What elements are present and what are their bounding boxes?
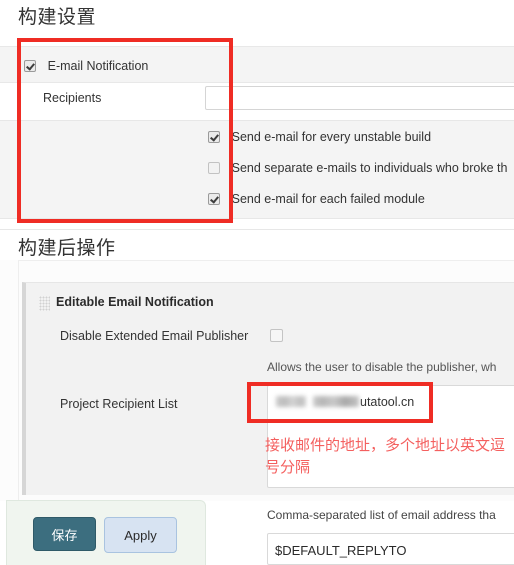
page-title-build-settings: 构建设置: [18, 7, 97, 28]
option-checkbox-failed-module[interactable]: [208, 192, 220, 205]
publisher-title: Editable Email Notification: [56, 295, 214, 309]
email-notification-toggle[interactable]: E-mail Notification: [24, 57, 148, 73]
option-row-separate-emails[interactable]: Send separate e-mails to individuals who…: [208, 159, 507, 175]
redacted-email-part-2: [313, 396, 359, 407]
save-button[interactable]: 保存: [33, 517, 96, 551]
disable-publisher-checkbox[interactable]: [270, 329, 283, 342]
reply-to-value: $DEFAULT_REPLYTO: [275, 543, 407, 558]
option-checkbox-unstable-build[interactable]: [208, 130, 220, 143]
recipients-input[interactable]: [205, 86, 514, 110]
option-row-unstable-build[interactable]: Send e-mail for every unstable build: [208, 128, 431, 144]
section-spacer: [0, 218, 514, 230]
option-label-failed-module: Send e-mail for each failed module: [231, 191, 425, 206]
email-notification-checkbox[interactable]: [24, 59, 36, 72]
page-title-post-build: 构建后操作: [18, 238, 116, 259]
apply-button[interactable]: Apply: [104, 517, 177, 553]
email-notification-label: E-mail Notification: [47, 58, 149, 73]
reply-to-help-text: Comma-separated list of email address th…: [267, 508, 496, 522]
project-recipient-list-value: utatool.cn: [276, 395, 414, 409]
option-checkbox-separate-emails[interactable]: [208, 161, 220, 174]
option-label-unstable-build: Send e-mail for every unstable build: [231, 129, 432, 144]
post-build-gutter: [0, 260, 19, 500]
annotation-text: 接收邮件的地址，多个地址以英文逗号分隔: [265, 436, 506, 476]
option-label-separate-emails: Send separate e-mails to individuals who…: [231, 160, 508, 175]
project-recipient-list-label: Project Recipient List: [60, 397, 178, 411]
recipients-label: Recipients: [43, 91, 102, 105]
project-recipient-list-visible-domain: utatool.cn: [360, 395, 415, 409]
option-row-failed-module[interactable]: Send e-mail for each failed module: [208, 190, 425, 206]
disable-publisher-help-text: Allows the user to disable the publisher…: [267, 360, 497, 374]
disable-publisher-label: Disable Extended Email Publisher: [60, 329, 249, 343]
drag-grip-icon[interactable]: [39, 296, 50, 311]
jenkins-config-page: 构建设置 E-mail Notification Recipients Send…: [0, 0, 514, 565]
redacted-email-part-1: [276, 396, 306, 407]
